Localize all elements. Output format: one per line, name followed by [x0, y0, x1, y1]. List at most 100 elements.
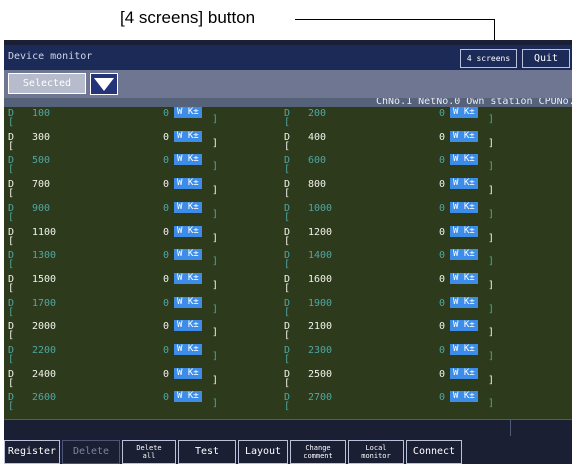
display-format: W K±: [450, 249, 478, 261]
device-cell[interactable]: D 1300 0 W K±[]: [8, 249, 278, 271]
device-address: 2300: [308, 345, 333, 356]
comment-bracket-left: [: [284, 401, 291, 413]
device-value: 0: [439, 155, 446, 167]
device-row[interactable]: D 2600 0 W K±[] D 2700 0 W K±[]: [4, 391, 572, 413]
device-address: 1000: [308, 202, 333, 214]
device-cell[interactable]: D 2600 0 W K±[]: [8, 391, 278, 413]
device-cell[interactable]: D 400 0 W K±[]: [284, 130, 554, 153]
device-cell[interactable]: D 1700 0 W K±[]: [8, 296, 278, 319]
selected-button[interactable]: Selected: [8, 73, 86, 94]
device-row[interactable]: D 2000 0 W K±[] D 2100 0 W K±[]: [4, 320, 572, 342]
device-value: 0: [163, 321, 170, 333]
display-format: W K±: [450, 320, 478, 332]
device-address: 300: [32, 131, 51, 143]
device-cell[interactable]: D 1400 0 W K±[]: [284, 249, 554, 271]
comment-bracket-right: ]: [212, 114, 219, 125]
device-cell[interactable]: D 600 0 W K±[]: [284, 154, 554, 176]
display-format: W K±: [174, 272, 202, 284]
device-value: 0: [163, 226, 170, 238]
device-value: 0: [163, 179, 170, 191]
device-cell[interactable]: D 200 0 W K±[]: [284, 107, 554, 129]
comment-bracket-left: [: [284, 259, 291, 271]
four-screens-button[interactable]: 4 screens: [460, 49, 517, 68]
device-cell[interactable]: D 2500 0 W K±[]: [284, 367, 554, 390]
display-format: W K±: [450, 391, 478, 403]
device-cell[interactable]: D 1600 0 W K±[]: [284, 272, 554, 295]
display-format: W K±: [174, 296, 202, 308]
register-button[interactable]: Register: [4, 440, 60, 464]
device-cell[interactable]: D 100 0 W K±[]: [8, 107, 278, 129]
comment-bracket-left: [: [284, 306, 291, 318]
quit-button[interactable]: Quit: [522, 49, 570, 68]
device-address: 1200: [308, 226, 333, 238]
display-format: W K±: [174, 130, 202, 142]
device-cell[interactable]: D 300 0 W K±[]: [8, 130, 278, 153]
connect-button[interactable]: Connect: [406, 440, 462, 464]
device-row[interactable]: D 700 0 W K±[] D 800 0 W K±[]: [4, 178, 572, 200]
dropdown-button[interactable]: [90, 73, 118, 95]
device-address: 900: [32, 202, 51, 214]
comment-bracket-right: ]: [212, 256, 219, 268]
comment-bracket-right: ]: [488, 137, 495, 149]
device-row[interactable]: D 100 0 W K±[] D 200 0 W K±[]: [4, 107, 572, 129]
layout-button[interactable]: Layout: [238, 440, 288, 464]
display-format: W K±: [450, 107, 478, 118]
comment-bracket-right: ]: [212, 303, 219, 315]
device-value: 0: [163, 131, 170, 143]
device-row[interactable]: D 2200 0 W K±[] D 2300 0 W K±[]: [4, 344, 572, 366]
device-row[interactable]: D 1300 0 W K±[] D 1400 0 W K±[]: [4, 249, 572, 271]
device-cell[interactable]: D 900 0 W K±[]: [8, 201, 278, 224]
device-cell[interactable]: D 2700 0 W K±[]: [284, 391, 554, 413]
comment-bracket-left: [: [284, 188, 291, 200]
device-cell[interactable]: D 2400 0 W K±[]: [8, 367, 278, 390]
device-row[interactable]: D 1500 0 W K±[] D 1600 0 W K±[]: [4, 272, 572, 295]
device-cell[interactable]: D 1100 0 W K±[]: [8, 225, 278, 248]
device-address: 800: [308, 179, 327, 191]
comment-bracket-left: [: [8, 306, 15, 318]
device-cell[interactable]: D 1000 0 W K±[]: [284, 201, 554, 224]
change-comment-line2: comment: [303, 452, 333, 460]
device-row[interactable]: D 900 0 W K±[] D 1000 0 W K±[]: [4, 201, 572, 224]
comment-bracket-left: [: [8, 235, 15, 247]
device-row[interactable]: D 2400 0 W K±[] D 2500 0 W K±[]: [4, 367, 572, 390]
comment-bracket-left: [: [8, 259, 15, 271]
device-cell[interactable]: D 700 0 W K±[]: [8, 178, 278, 200]
device-value: 0: [439, 321, 446, 333]
device-cell[interactable]: D 2000 0 W K±[]: [8, 320, 278, 342]
comment-bracket-left: [: [284, 330, 291, 342]
device-cell[interactable]: D 1500 0 W K±[]: [8, 272, 278, 295]
device-cell[interactable]: D 1200 0 W K±[]: [284, 225, 554, 248]
local-monitor-button[interactable]: Local monitor: [348, 440, 404, 464]
display-format: W K±: [174, 320, 202, 332]
change-comment-button[interactable]: Change comment: [290, 440, 346, 464]
device-cell[interactable]: D 2100 0 W K±[]: [284, 320, 554, 342]
comment-bracket-right: ]: [488, 185, 495, 197]
comment-bracket-left: [: [284, 235, 291, 247]
display-format: W K±: [450, 367, 478, 379]
device-address: 500: [32, 155, 51, 167]
device-list: ChNo.1 NetNo.0 Own station CPUNo.0 D 100 0…: [4, 98, 572, 419]
device-row[interactable]: D 500 0 W K±[] D 600 0 W K±[]: [4, 154, 572, 176]
delete-button[interactable]: Delete: [62, 440, 120, 464]
device-row[interactable]: D 1100 0 W K±[] D 1200 0 W K±[]: [4, 225, 572, 248]
display-format: W K±: [174, 367, 202, 379]
test-button[interactable]: Test: [178, 440, 236, 464]
device-row[interactable]: D 1700 0 W K±[] D 1900 0 W K±[]: [4, 296, 572, 319]
device-value: 0: [163, 250, 170, 262]
device-cell[interactable]: D 2300 0 W K±[]: [284, 344, 554, 366]
device-address: 1700: [32, 297, 57, 309]
comment-bracket-left: [: [284, 140, 291, 152]
comment-bracket-right: ]: [488, 351, 495, 362]
device-cell[interactable]: D 1900 0 W K±[]: [284, 296, 554, 319]
device-cell[interactable]: D 2200 0 W K±[]: [8, 344, 278, 366]
device-address: 2200: [32, 345, 57, 356]
device-cell[interactable]: D 800 0 W K±[]: [284, 178, 554, 200]
station-info-bar: ChNo.1 NetNo.0 Own station CPUNo.0: [4, 98, 572, 107]
device-value: 0: [439, 202, 446, 214]
delete-all-button[interactable]: Delete all: [122, 440, 176, 464]
device-cell[interactable]: D 500 0 W K±[]: [8, 154, 278, 176]
device-row[interactable]: D 300 0 W K±[] D 400 0 W K±[]: [4, 130, 572, 153]
device-value: 0: [163, 155, 170, 167]
comment-bracket-left: [: [8, 164, 15, 176]
device-address: 1400: [308, 250, 333, 262]
